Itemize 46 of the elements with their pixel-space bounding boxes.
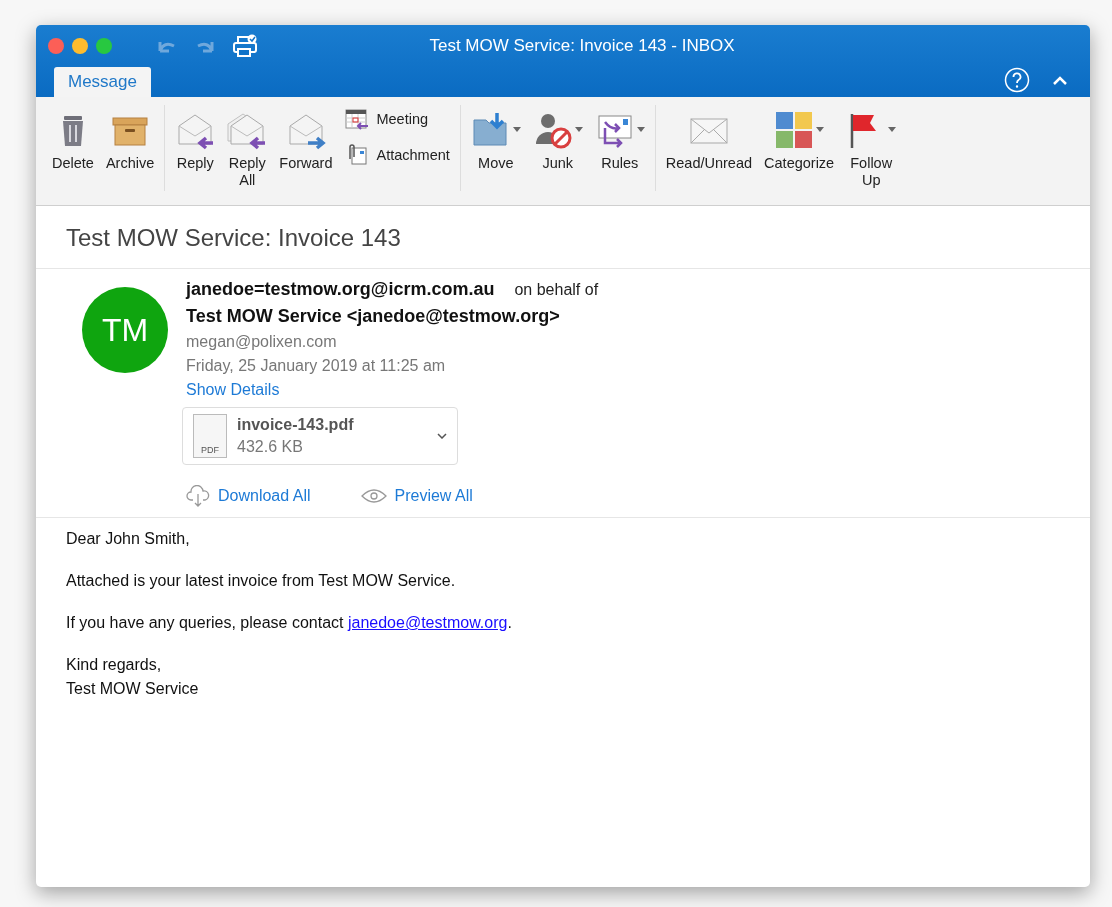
ribbon-button[interactable]: Attachment (344, 143, 450, 167)
pdf-file-icon: PDF (193, 414, 227, 458)
avatar: TM (82, 287, 168, 373)
close-button[interactable] (48, 38, 64, 54)
email-link[interactable]: janedoe@testmow.org (347, 614, 508, 631)
attachment-size: 432.6 KB (237, 438, 304, 456)
message-date: Friday, 25 January 2019 at 11:25 am (186, 357, 447, 375)
ribbon-button[interactable]: Junk (526, 105, 589, 172)
attachment-name: invoice-143.pdf (237, 416, 355, 434)
attachment-action-link[interactable]: Download All (186, 485, 311, 507)
message-subject: Test MOW Service: Invoice 143 (36, 206, 1090, 269)
body-text: Attached is your latest invoice from Test MOW Service. (66, 572, 457, 590)
sender-name: Test MOW Service <janedoe@testmow.org> (186, 306, 561, 327)
cloud-download-icon (186, 485, 210, 507)
ribbon-button[interactable]: Follow Up (840, 105, 903, 189)
ribbon-button[interactable]: Move (464, 105, 527, 172)
attachment-card[interactable]: PDF invoice-143.pdf 432.6 KB (182, 407, 458, 465)
ribbon-button[interactable]: Delete (46, 105, 100, 172)
window-title: Test MOW Service: Invoice 143 - INBOX (428, 36, 736, 56)
ribbon-button[interactable]: Meeting (344, 107, 450, 131)
ribbon-button[interactable]: Forward (273, 105, 339, 172)
ribbon-icon (344, 107, 371, 131)
ribbon-button[interactable]: Read/Unread (659, 105, 759, 172)
body-text: Test MOW Service (66, 680, 200, 698)
zoom-button[interactable] (96, 38, 112, 54)
attachment-action-link[interactable]: Preview All (360, 487, 473, 505)
body-text: Dear John Smith, (66, 530, 191, 548)
eye-icon (360, 488, 387, 504)
ribbon-button[interactable]: Rules (588, 105, 651, 172)
body-text: Kind regards, (66, 656, 163, 674)
sender-address: janedoe=testmow.org@icrm.com.au (186, 279, 495, 299)
show-details-link[interactable]: Show Details (186, 381, 280, 399)
help-icon[interactable] (1004, 67, 1030, 93)
print-icon[interactable] (232, 34, 258, 58)
ribbon-icon (774, 110, 815, 150)
ribbon-tab[interactable]: Message (54, 67, 151, 97)
ribbon-button[interactable]: Archive (99, 105, 161, 172)
recipient: megan@polixen.com (186, 333, 338, 351)
chevron-down-icon[interactable] (437, 433, 447, 439)
minimize-button[interactable] (72, 38, 88, 54)
ribbon-button[interactable]: Reply (169, 105, 222, 172)
ribbon-button[interactable]: Reply All (221, 105, 274, 189)
ribbon-button[interactable]: Categorize (758, 105, 841, 172)
behalf-text: on behalf of (514, 281, 599, 298)
body-text: If you have any queries, please contact janedoe@testmow.org. (66, 614, 513, 632)
collapse-icon[interactable] (1052, 75, 1068, 87)
